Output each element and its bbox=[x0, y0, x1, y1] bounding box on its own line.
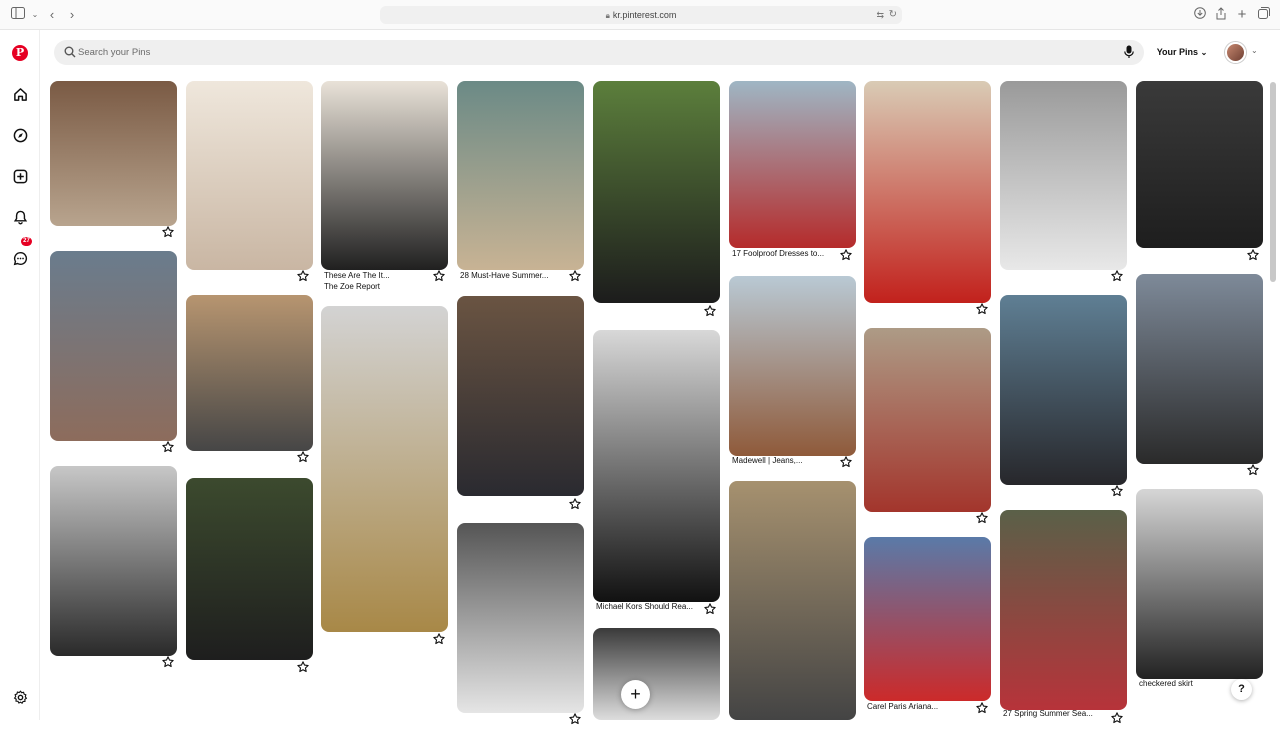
save-star-icon[interactable] bbox=[976, 302, 988, 315]
save-star-icon[interactable] bbox=[433, 269, 445, 282]
pin-image[interactable] bbox=[593, 81, 720, 303]
browser-toolbar: ⌄ ‹ › 🔒︎ kr.pinterest.com ⇆ ↻ + bbox=[0, 0, 1280, 30]
create-icon[interactable] bbox=[11, 167, 29, 185]
notifications-badge: 27 bbox=[21, 237, 32, 246]
save-star-icon[interactable] bbox=[976, 701, 988, 714]
messages-icon[interactable] bbox=[11, 249, 29, 267]
avatar[interactable] bbox=[1225, 42, 1246, 63]
pin-image[interactable] bbox=[457, 296, 584, 496]
pin-image[interactable] bbox=[50, 466, 177, 656]
pin-image[interactable] bbox=[864, 81, 991, 303]
pin-image[interactable] bbox=[457, 81, 584, 270]
pin-image[interactable] bbox=[1000, 81, 1127, 270]
pinterest-logo-icon[interactable]: P bbox=[11, 44, 29, 62]
new-tab-icon[interactable]: + bbox=[1234, 7, 1250, 23]
save-star-icon[interactable] bbox=[433, 632, 445, 645]
pin-image[interactable] bbox=[593, 330, 720, 602]
chevron-down-icon: ⌄ bbox=[1200, 48, 1208, 57]
pin-image[interactable] bbox=[729, 81, 856, 248]
pin-title[interactable]: Carel Paris Ariana... bbox=[867, 702, 977, 711]
help-button[interactable]: ? bbox=[1231, 679, 1252, 700]
pin-image[interactable] bbox=[729, 276, 856, 456]
share-icon[interactable] bbox=[1213, 7, 1229, 23]
pin-title[interactable]: Madewell | Jeans,... bbox=[732, 456, 842, 465]
save-star-icon[interactable] bbox=[704, 304, 716, 317]
chevron-down-icon[interactable]: ⌄ bbox=[27, 7, 43, 23]
scrollbar[interactable] bbox=[1270, 82, 1276, 282]
pin-image[interactable] bbox=[457, 523, 584, 713]
pin-image[interactable] bbox=[1000, 295, 1127, 485]
pin-source[interactable]: The Zoe Report bbox=[324, 282, 380, 291]
pin-image[interactable] bbox=[186, 478, 313, 660]
back-icon[interactable]: ‹ bbox=[44, 7, 60, 23]
pin-image[interactable] bbox=[50, 81, 177, 226]
microphone-icon[interactable] bbox=[1124, 45, 1134, 64]
pin-image[interactable] bbox=[321, 306, 448, 632]
save-star-icon[interactable] bbox=[976, 511, 988, 524]
url-text: kr.pinterest.com bbox=[612, 10, 677, 20]
pin-image[interactable] bbox=[1000, 510, 1127, 710]
left-nav-rail: P 27 bbox=[0, 30, 40, 720]
pin-image[interactable] bbox=[729, 481, 856, 720]
notifications-icon[interactable] bbox=[11, 208, 29, 226]
your-pins-dropdown[interactable]: Your Pins ⌄ bbox=[1148, 40, 1216, 65]
save-star-icon[interactable] bbox=[297, 660, 309, 673]
save-star-icon[interactable] bbox=[162, 225, 174, 238]
pin-image[interactable] bbox=[50, 251, 177, 441]
pin-image[interactable] bbox=[593, 628, 720, 720]
create-pin-button[interactable]: + bbox=[621, 680, 650, 709]
save-star-icon[interactable] bbox=[1247, 463, 1259, 476]
your-pins-label: Your Pins bbox=[1156, 47, 1199, 57]
chevron-down-icon[interactable]: ⌄ bbox=[1251, 46, 1258, 55]
pin-image[interactable] bbox=[321, 81, 448, 270]
pin-image[interactable] bbox=[1136, 274, 1263, 464]
search-bar[interactable]: Search your Pins bbox=[54, 40, 1144, 65]
save-star-icon[interactable] bbox=[162, 655, 174, 668]
download-icon[interactable] bbox=[1192, 7, 1208, 23]
lock-icon: 🔒︎ bbox=[605, 11, 610, 20]
address-bar[interactable]: 🔒︎ kr.pinterest.com ⇆ ↻ bbox=[380, 6, 902, 24]
settings-icon[interactable] bbox=[11, 688, 29, 706]
tabs-overview-icon[interactable] bbox=[1256, 7, 1272, 23]
save-star-icon[interactable] bbox=[569, 497, 581, 510]
save-star-icon[interactable] bbox=[569, 269, 581, 282]
save-star-icon[interactable] bbox=[1111, 484, 1123, 497]
pin-title[interactable]: These Are The It... bbox=[324, 271, 434, 280]
pin-image[interactable] bbox=[864, 328, 991, 512]
save-star-icon[interactable] bbox=[1247, 248, 1259, 261]
home-icon[interactable] bbox=[11, 85, 29, 103]
pin-title[interactable]: 17 Foolproof Dresses to... bbox=[732, 249, 842, 258]
pin-image[interactable] bbox=[186, 81, 313, 270]
save-star-icon[interactable] bbox=[162, 440, 174, 453]
reload-icon[interactable]: ↻ bbox=[889, 6, 897, 24]
save-star-icon[interactable] bbox=[1111, 269, 1123, 282]
explore-icon[interactable] bbox=[11, 126, 29, 144]
save-star-icon[interactable] bbox=[569, 712, 581, 725]
translate-icon[interactable]: ⇆ bbox=[876, 6, 884, 24]
save-star-icon[interactable] bbox=[297, 269, 309, 282]
pin-image[interactable] bbox=[1136, 489, 1263, 679]
pin-image[interactable] bbox=[186, 295, 313, 451]
search-input[interactable]: Search your Pins bbox=[78, 40, 150, 65]
forward-icon[interactable]: › bbox=[64, 7, 80, 23]
pin-title[interactable]: 27 Spring Summer Sea... bbox=[1003, 709, 1113, 718]
pin-title[interactable]: Michael Kors Should Rea... bbox=[596, 602, 706, 611]
pin-title[interactable]: 28 Must-Have Summer... bbox=[460, 271, 570, 280]
search-icon bbox=[64, 45, 76, 63]
save-star-icon[interactable] bbox=[297, 450, 309, 463]
sidebar-toggle-icon[interactable] bbox=[10, 7, 26, 23]
pin-image[interactable] bbox=[864, 537, 991, 701]
pin-image[interactable] bbox=[1136, 81, 1263, 248]
